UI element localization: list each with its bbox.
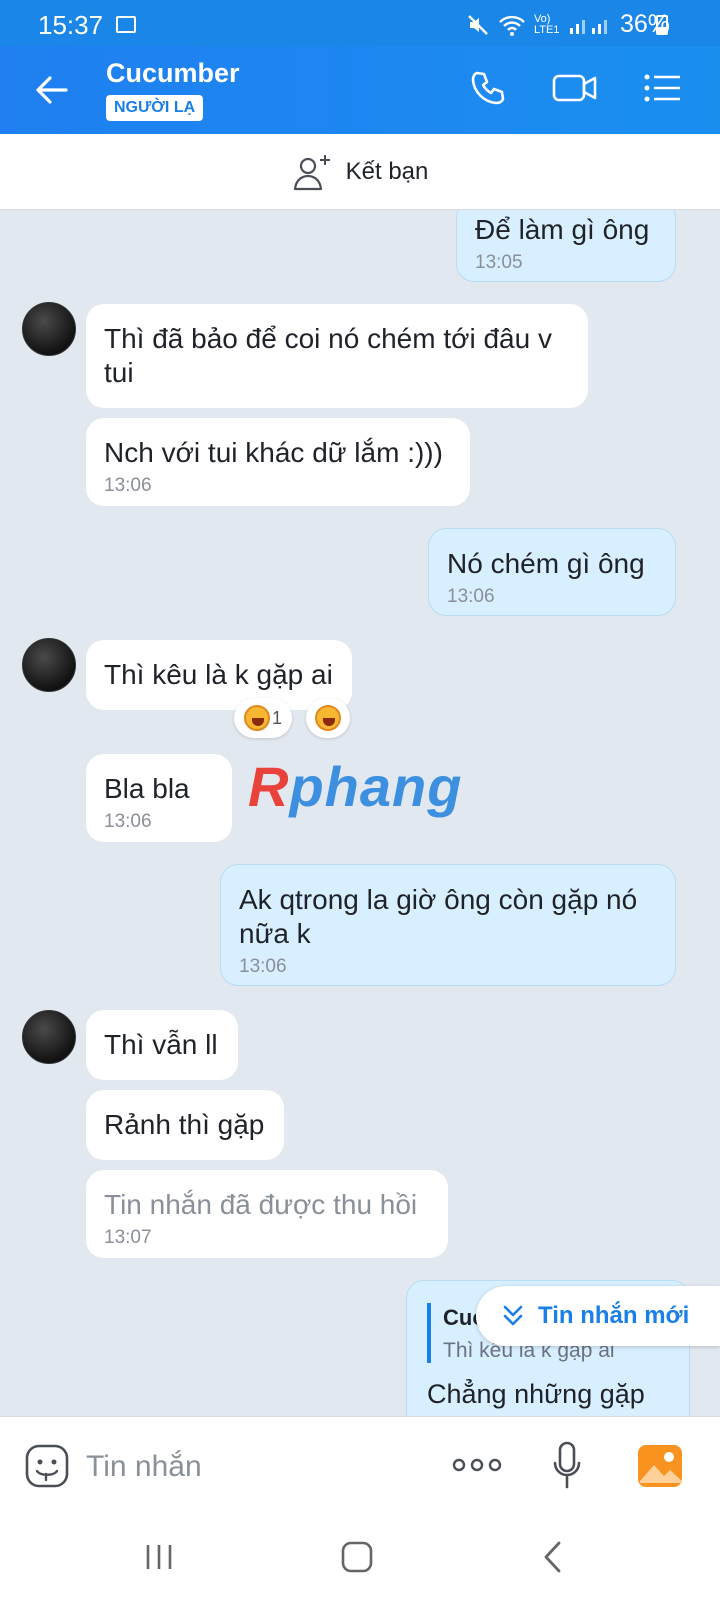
contact-name[interactable]: Cucumber — [106, 58, 240, 89]
message-time: 13:05 — [475, 252, 523, 273]
laugh-emoji-icon — [315, 705, 341, 731]
new-message-label: Tin nhắn mới — [538, 1302, 690, 1329]
new-message-button[interactable]: Tin nhắn mới — [476, 1286, 720, 1346]
message-text: Thì kêu là k gặp ai — [104, 659, 333, 690]
avatar[interactable] — [22, 638, 76, 692]
message-bubble[interactable]: Nch với tui khác dữ lắm :))) 13:06 — [86, 418, 470, 506]
message-time: 13:06 — [447, 586, 495, 607]
add-friend-bar[interactable]: Kết bạn — [0, 134, 720, 210]
message-text: Để làm gì ông — [475, 214, 650, 245]
laugh-emoji-icon — [243, 705, 270, 731]
watermark-logo: Rphang — [248, 754, 462, 819]
message-time: 13:06 — [104, 811, 152, 832]
add-friend-label: Kết bạn — [345, 157, 429, 185]
double-chevron-down-icon — [503, 1305, 523, 1326]
message-text: Thì đã bảo để coi nó chém tới đâu v tui — [104, 323, 552, 388]
sticker-icon[interactable] — [24, 1443, 70, 1489]
message-text: Ak qtrong la giờ ông còn gặp nó nữa k — [239, 884, 638, 949]
message-bubble[interactable]: Thì đã bảo để coi nó chém tới đâu v tui — [86, 304, 588, 408]
message-bubble[interactable]: Bla bla 13:06 — [86, 754, 232, 842]
composer-bar — [0, 1416, 720, 1516]
image-gallery-icon[interactable] — [636, 1443, 684, 1489]
status-bar: 15:37 Vo) LTE1 36% — [0, 0, 720, 46]
message-bubble[interactable]: Thì kêu là k gặp ai — [86, 640, 352, 710]
message-time: 13:06 — [239, 956, 287, 977]
mute-icon — [468, 14, 488, 35]
message-text: Tin nhắn đã được thu hồi — [104, 1189, 418, 1220]
chat-header: Cucumber NGƯỜI LẠ — [0, 46, 720, 134]
menu-list-icon[interactable] — [642, 68, 682, 108]
status-right: Vo) LTE1 36% — [466, 10, 670, 39]
reaction-count: 1 — [271, 707, 282, 728]
gallery-notification-icon — [116, 16, 136, 33]
message-bubble[interactable]: Để làm gì ông 13:05 — [456, 210, 676, 282]
avatar[interactable] — [22, 1010, 76, 1064]
message-bubble[interactable]: Thì vẫn ll — [86, 1010, 238, 1080]
message-text: Nó chém gì ông — [447, 548, 645, 579]
back-arrow-icon[interactable] — [34, 72, 70, 108]
message-bubble[interactable]: Rảnh thì gặp — [86, 1090, 284, 1160]
battery-icon — [656, 15, 668, 35]
watermark-first-letter: R — [248, 755, 290, 818]
system-nav-bar — [0, 1516, 720, 1600]
signal-icon — [569, 19, 607, 34]
quote-bar — [427, 1303, 431, 1363]
add-friend-icon — [293, 154, 330, 190]
more-options-icon[interactable] — [452, 1455, 502, 1475]
message-text: Bla bla — [104, 773, 190, 804]
recalled-message-bubble[interactable]: Tin nhắn đã được thu hồi 13:07 — [86, 1170, 448, 1258]
add-reaction-button[interactable] — [306, 698, 350, 738]
network-label: Vo) LTE1 — [533, 12, 560, 36]
message-bubble[interactable]: Ak qtrong la giờ ông còn gặp nó nữa k 13… — [220, 864, 676, 986]
back-nav-icon[interactable] — [542, 1540, 564, 1574]
recent-apps-icon[interactable] — [144, 1542, 174, 1572]
stranger-badge: NGƯỜI LẠ — [106, 95, 204, 121]
video-call-icon[interactable] — [552, 68, 598, 108]
microphone-icon[interactable] — [552, 1441, 582, 1491]
message-text: Nch với tui khác dữ lắm :))) — [104, 437, 443, 468]
avatar[interactable] — [22, 302, 76, 356]
watermark-rest: phang — [289, 755, 463, 818]
message-bubble[interactable]: Nó chém gì ông 13:06 — [428, 528, 676, 616]
reaction-count-chip[interactable]: 1 — [234, 698, 292, 738]
message-text: Rảnh thì gặp — [104, 1109, 265, 1140]
status-time: 15:37 — [38, 10, 104, 40]
home-button-icon[interactable] — [340, 1540, 374, 1574]
reply-text: Chẳng những gặp — [427, 1379, 645, 1409]
message-input[interactable] — [86, 1443, 426, 1491]
message-list[interactable]: Để làm gì ông 13:05 Thì đã bảo để coi nó… — [0, 210, 720, 1416]
message-time: 13:06 — [104, 475, 152, 496]
message-text: Thì vẫn ll — [104, 1029, 218, 1060]
wifi-icon — [499, 15, 525, 36]
phone-call-icon[interactable] — [468, 68, 508, 108]
message-time: 13:07 — [104, 1227, 152, 1248]
